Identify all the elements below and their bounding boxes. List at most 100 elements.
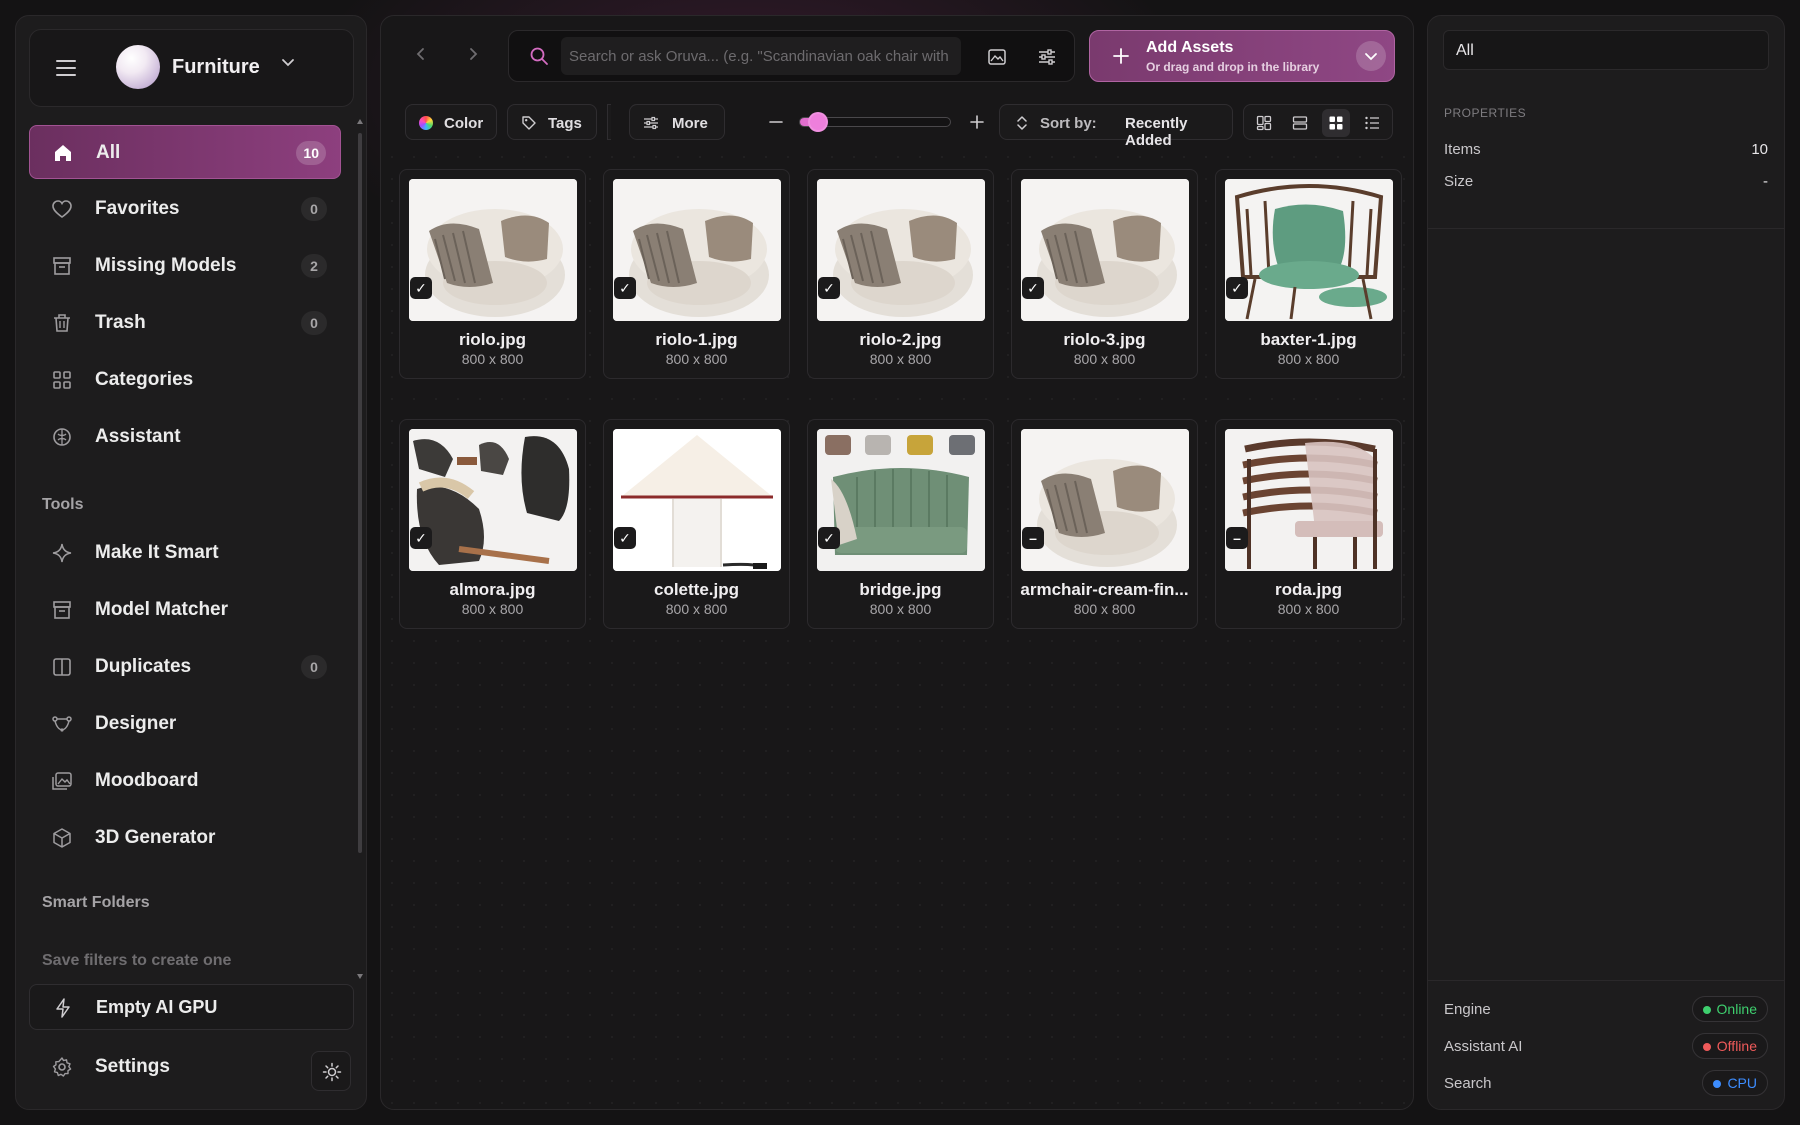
check-icon[interactable]: ✓	[1226, 277, 1248, 299]
empty-ai-gpu-button[interactable]: Empty AI GPU	[29, 984, 354, 1030]
view-list-button[interactable]	[1358, 109, 1386, 137]
inspector-panel: All PROPERTIES Items 10 Size - Engine On…	[1427, 15, 1785, 1110]
asset-card[interactable]: ✓ baxter-1.jpg 800 x 800	[1215, 169, 1402, 379]
filter-toolbar: Color Tags More Sort by: Recently Added	[381, 104, 1413, 149]
asset-card[interactable]: ✓ riolo-3.jpg 800 x 800	[1011, 169, 1198, 379]
status-dot	[1713, 1080, 1722, 1088]
asset-thumbnail	[1021, 179, 1189, 321]
asset-card[interactable]: ✓ riolo-1.jpg 800 x 800	[603, 169, 790, 379]
color-filter-label: Color	[444, 115, 484, 132]
sidebar-item-categories[interactable]: Categories	[29, 353, 341, 407]
sidebar-item-make-it-smart[interactable]: Make It Smart	[29, 526, 341, 580]
sliders-icon[interactable]	[1037, 47, 1057, 67]
tags-filter-button[interactable]: Tags	[507, 104, 597, 140]
sidebar-item-designer[interactable]: Designer	[29, 697, 341, 751]
property-key: Size	[1444, 173, 1474, 190]
sidebar-item-moodboard[interactable]: Moodboard	[29, 754, 341, 808]
scroll-thumb[interactable]	[358, 133, 362, 853]
asset-dimensions: 800 x 800	[461, 351, 524, 367]
search-bar	[508, 30, 1075, 82]
rows-icon	[1292, 116, 1308, 130]
menu-icon[interactable]	[56, 60, 76, 76]
scroll-down-icon[interactable]	[357, 974, 363, 979]
add-assets-button[interactable]: Add Assets Or drag and drop in the libra…	[1089, 30, 1395, 82]
sidebar-scrollbar[interactable]	[357, 119, 363, 979]
plus-icon	[1113, 48, 1129, 64]
library-switcher[interactable]: Furniture	[29, 29, 354, 107]
add-assets-dropdown[interactable]	[1356, 41, 1386, 71]
asset-card[interactable]: ✓ almora.jpg 800 x 800	[399, 419, 586, 629]
view-grid-button[interactable]	[1322, 109, 1350, 137]
smart-folders-heading: Smart Folders	[42, 894, 150, 911]
trash-icon	[54, 314, 70, 332]
status-row-search: Search CPU	[1444, 1070, 1768, 1098]
scroll-up-icon[interactable]	[357, 119, 363, 124]
asset-card[interactable]: ✓ riolo.jpg 800 x 800	[399, 169, 586, 379]
cube-icon	[53, 828, 71, 848]
sidebar-item-model-matcher[interactable]: Model Matcher	[29, 583, 341, 637]
zoom-in-icon[interactable]	[969, 114, 985, 130]
grid-icon	[53, 371, 71, 389]
view-masonry-button[interactable]	[1250, 109, 1278, 137]
archive-icon	[53, 601, 71, 619]
asset-dimensions: 800 x 800	[869, 601, 932, 617]
asset-card[interactable]: – roda.jpg 800 x 800	[1215, 419, 1402, 629]
settings-button[interactable]: Settings	[29, 1036, 354, 1098]
asset-name: armchair-cream-fin...	[1020, 580, 1189, 599]
asset-dimensions: 800 x 800	[1073, 351, 1136, 367]
zoom-out-icon[interactable]	[768, 114, 784, 130]
asset-thumbnail	[409, 429, 577, 571]
check-icon[interactable]: ✓	[818, 527, 840, 549]
view-mode-toggle	[1243, 104, 1393, 140]
sidebar-item-trash[interactable]: Trash 0	[29, 296, 341, 350]
image-stack-icon	[52, 772, 72, 790]
library-avatar	[116, 45, 160, 89]
asset-thumbnail	[613, 429, 781, 571]
asset-thumbnail	[409, 179, 577, 321]
check-icon[interactable]: ✓	[614, 277, 636, 299]
theme-toggle-button[interactable]	[311, 1051, 351, 1091]
check-icon[interactable]: ✓	[614, 527, 636, 549]
inspector-scope-field[interactable]: All	[1443, 30, 1769, 70]
search-icon	[530, 47, 548, 65]
sidebar-item-duplicates[interactable]: Duplicates 0	[29, 640, 341, 694]
main-content: Add Assets Or drag and drop in the libra…	[380, 15, 1414, 1110]
check-icon[interactable]: ✓	[410, 277, 432, 299]
asset-card[interactable]: ✓ bridge.jpg 800 x 800	[807, 419, 994, 629]
check-icon[interactable]: ✓	[1022, 277, 1044, 299]
sidebar-item-label: Missing Models	[95, 255, 237, 276]
archive-icon	[53, 257, 71, 275]
sidebar-item-3d-generator[interactable]: 3D Generator	[29, 811, 341, 865]
asset-name: riolo-2.jpg	[859, 330, 942, 349]
minus-icon[interactable]: –	[1226, 527, 1248, 549]
back-arrow-icon[interactable]	[413, 46, 429, 62]
sidebar-item-favorites[interactable]: Favorites 0	[29, 182, 341, 236]
minus-icon[interactable]: –	[1022, 527, 1044, 549]
sidebar-item-assistant[interactable]: Assistant	[29, 410, 341, 464]
chevron-down-icon[interactable]	[280, 54, 296, 70]
slider-thumb[interactable]	[808, 112, 828, 132]
more-filters-label: More	[672, 115, 708, 132]
gear-icon	[52, 1057, 72, 1077]
sidebar-item-missing-models[interactable]: Missing Models 2	[29, 239, 341, 293]
search-input[interactable]	[561, 37, 961, 75]
asset-card[interactable]: ✓ colette.jpg 800 x 800	[603, 419, 790, 629]
sort-dropdown[interactable]: Sort by: Recently Added	[999, 104, 1233, 149]
forward-arrow-icon[interactable]	[465, 46, 481, 62]
view-rows-button[interactable]	[1286, 109, 1314, 137]
property-value: -	[1763, 173, 1768, 190]
asset-card[interactable]: ✓ riolo-2.jpg 800 x 800	[807, 169, 994, 379]
thumbnail-size-slider[interactable]	[799, 112, 951, 132]
chevron-down-icon	[1365, 53, 1377, 61]
sidebar-item-label: Trash	[95, 312, 146, 333]
check-icon[interactable]: ✓	[818, 277, 840, 299]
sun-icon	[322, 1062, 342, 1082]
asset-card[interactable]: – armchair-cream-fin... 800 x 800	[1011, 419, 1198, 629]
count-badge: 2	[301, 254, 327, 278]
sidebar-item-all[interactable]: All 10	[29, 125, 341, 179]
image-search-icon[interactable]	[987, 47, 1007, 67]
color-filter-button[interactable]: Color	[405, 104, 497, 140]
check-icon[interactable]: ✓	[410, 527, 432, 549]
top-toolbar: Add Assets Or drag and drop in the libra…	[381, 16, 1413, 94]
more-filters-button[interactable]: More	[629, 104, 725, 140]
